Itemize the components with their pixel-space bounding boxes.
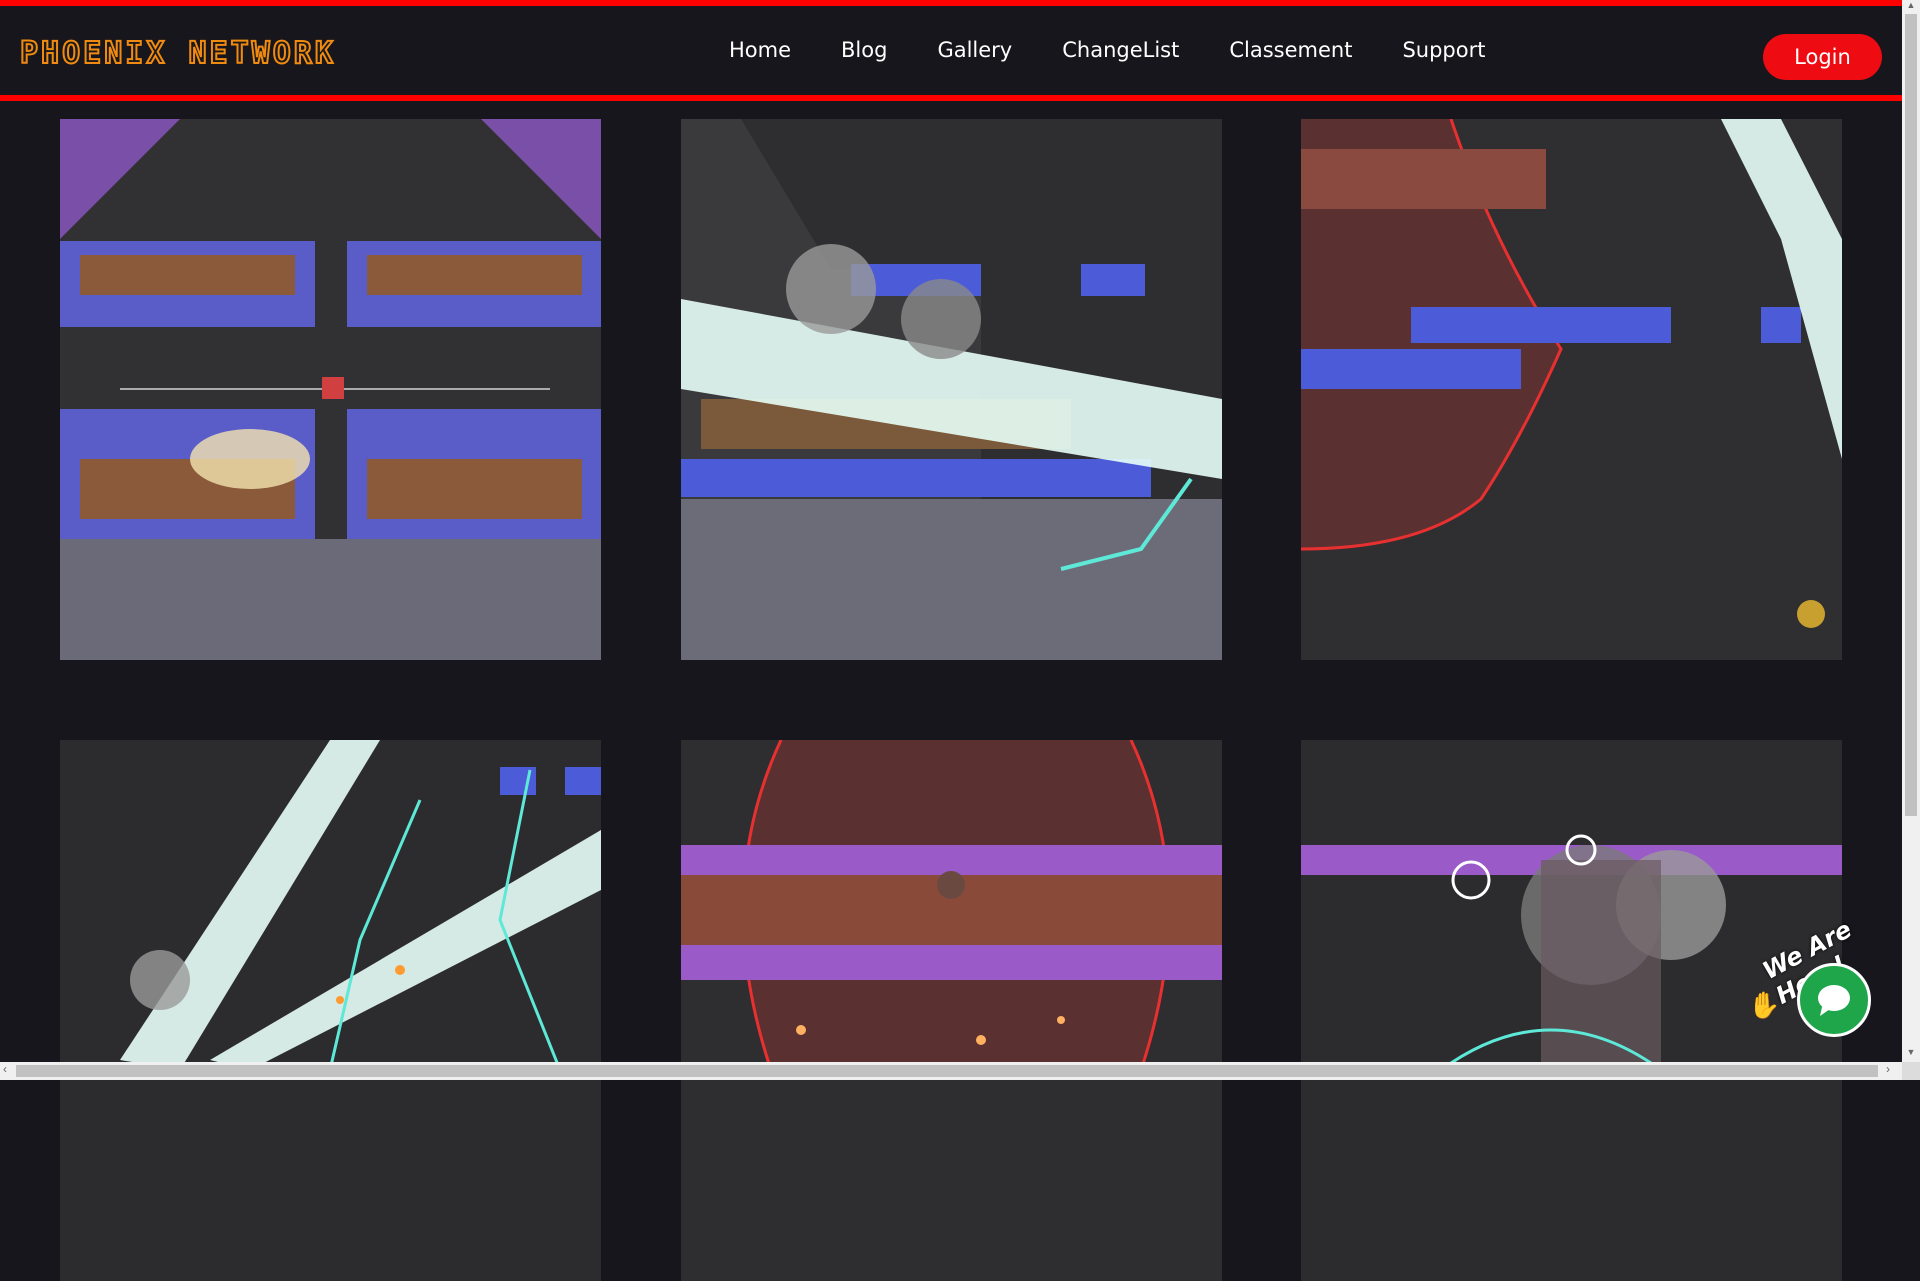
waving-hand-icon: ✋ <box>1748 990 1781 1020</box>
nav-gallery[interactable]: Gallery <box>937 38 1012 62</box>
gallery-image-3[interactable] <box>1301 119 1842 660</box>
nav-home[interactable]: Home <box>729 38 791 62</box>
horizontal-scroll-thumb[interactable] <box>16 1065 1878 1077</box>
gallery-image-2-art <box>681 119 1222 660</box>
scroll-up-icon[interactable]: ▲ <box>1905 0 1917 12</box>
header-divider <box>0 95 1902 101</box>
chat-button[interactable] <box>1797 963 1871 1037</box>
scroll-left-icon[interactable]: ‹ <box>3 1062 7 1076</box>
login-button[interactable]: Login <box>1763 34 1882 80</box>
scrollbar-corner <box>1902 1062 1920 1080</box>
gallery-image-1-art <box>60 119 601 660</box>
gallery-image-4[interactable] <box>60 740 601 1281</box>
nav-changelist[interactable]: ChangeList <box>1062 38 1179 62</box>
main-nav: Home Blog Gallery ChangeList Classement … <box>729 38 1535 62</box>
scroll-right-icon[interactable]: › <box>1886 1062 1890 1076</box>
gallery-image-1[interactable] <box>60 119 601 660</box>
nav-classement[interactable]: Classement <box>1229 38 1352 62</box>
gallery-image-5-art <box>681 740 1222 1281</box>
vertical-scroll-thumb[interactable] <box>1905 14 1917 816</box>
gallery-image-2[interactable] <box>681 119 1222 660</box>
gallery-image-5[interactable] <box>681 740 1222 1281</box>
gallery-image-4-art <box>60 740 601 1281</box>
site-header: Phoenix Network Home Blog Gallery Change… <box>0 6 1902 95</box>
scroll-down-icon[interactable]: ▼ <box>1905 1047 1917 1059</box>
site-logo[interactable]: Phoenix Network <box>19 35 336 72</box>
nav-support[interactable]: Support <box>1402 38 1485 62</box>
nav-blog[interactable]: Blog <box>841 38 887 62</box>
gallery-image-3-art <box>1301 119 1842 660</box>
chat-bubble-icon <box>1818 985 1850 1016</box>
